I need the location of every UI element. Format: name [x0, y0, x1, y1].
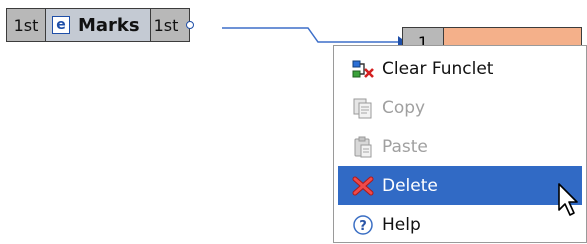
- menu-item-label: Paste: [382, 136, 428, 157]
- mouse-pointer-icon: [558, 183, 578, 216]
- context-menu: Clear Funclet Copy Paste Delete ? Help: [333, 45, 587, 243]
- menu-item-label: Clear Funclet: [382, 58, 494, 79]
- output-port-label: 1st: [153, 15, 179, 35]
- delete-icon: [350, 174, 376, 198]
- paste-icon: [350, 135, 376, 159]
- menu-item-help[interactable]: ? Help: [338, 205, 582, 244]
- menu-item-clear-funclet[interactable]: Clear Funclet: [338, 49, 582, 88]
- input-port[interactable]: 1st: [7, 9, 46, 41]
- component-name: Marks: [78, 14, 140, 36]
- component-type-icon: e: [52, 16, 70, 34]
- menu-item-paste[interactable]: Paste: [338, 127, 582, 166]
- connection-handle-icon[interactable]: [185, 21, 194, 29]
- menu-item-label: Help: [382, 214, 421, 235]
- menu-item-copy[interactable]: Copy: [338, 88, 582, 127]
- output-port[interactable]: 1st: [149, 9, 194, 41]
- menu-item-delete[interactable]: Delete: [338, 166, 582, 205]
- copy-icon: [350, 96, 376, 120]
- svg-text:?: ?: [359, 219, 367, 234]
- help-icon: ?: [350, 213, 376, 237]
- menu-item-label: Delete: [382, 175, 438, 196]
- component-title[interactable]: e Marks: [46, 9, 150, 41]
- source-component[interactable]: 1st e Marks 1st: [6, 8, 194, 42]
- menu-item-label: Copy: [382, 97, 426, 118]
- clear-funclet-icon: [350, 57, 376, 81]
